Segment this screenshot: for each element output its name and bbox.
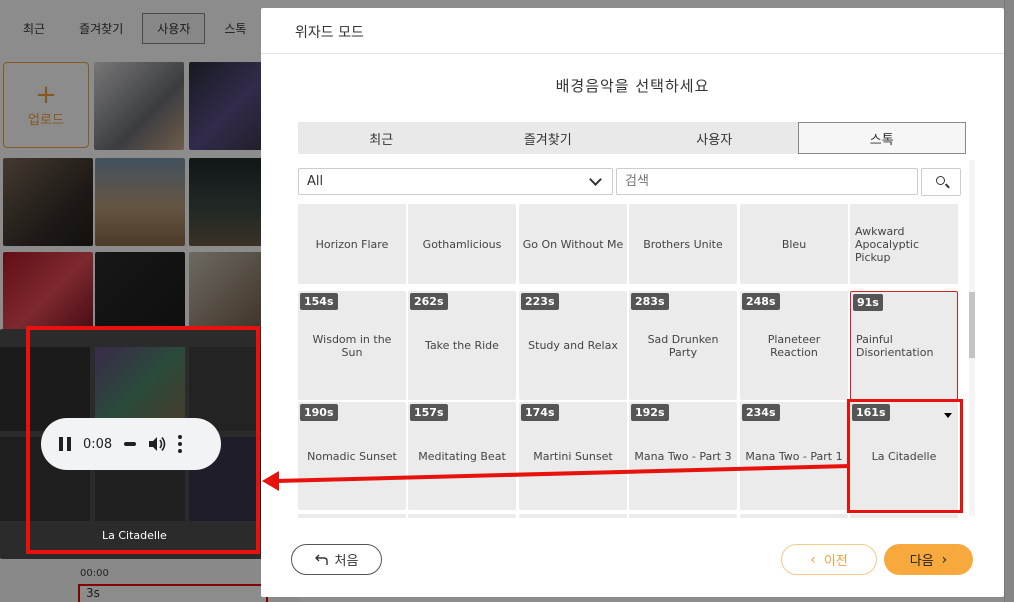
track-card[interactable]: 154s Wisdom in the Sun <box>298 291 406 400</box>
track-card[interactable]: 262s Take the Ride <box>408 291 516 400</box>
track-card[interactable]: Brothers Unite <box>629 204 737 284</box>
tab-favorites[interactable]: 즐겨찾기 <box>465 122 632 154</box>
track-card[interactable]: 157s Meditating Beat <box>408 402 516 510</box>
music-source-tabs: 최근 즐겨찾기 사용자 스톡 <box>298 122 966 154</box>
search-icon <box>936 176 945 185</box>
modal-subtitle: 배경음악을 선택하세요 <box>555 77 710 95</box>
track-card-partial[interactable] <box>740 514 848 518</box>
track-title: Brothers Unite <box>643 237 723 251</box>
back-arrow-icon <box>314 554 328 565</box>
search-input[interactable] <box>616 168 918 195</box>
track-card-partial[interactable] <box>408 514 516 518</box>
pause-icon[interactable] <box>59 437 71 451</box>
player-time: 0:08 <box>83 436 113 452</box>
track-title: Go On Without Me <box>522 237 624 251</box>
track-card-partial[interactable] <box>519 514 627 518</box>
previous-button[interactable]: ‹ 이전 <box>781 544 877 575</box>
track-card[interactable]: Horizon Flare <box>298 204 406 284</box>
track-title: Meditating Beat <box>418 449 506 463</box>
tab-recent[interactable]: 최근 <box>298 122 465 154</box>
preview-track-title: La Citadelle <box>102 529 167 542</box>
first-step-button[interactable]: 처음 <box>291 544 382 575</box>
track-title: Study and Relax <box>528 339 618 352</box>
scrollbar-thumb[interactable] <box>969 292 975 358</box>
previous-label: 이전 <box>823 554 848 569</box>
volume-icon[interactable] <box>148 436 166 452</box>
chevron-right-icon: › <box>941 551 948 568</box>
track-card-partial[interactable] <box>629 514 737 518</box>
track-title: Mana Two - Part 3 <box>634 449 732 463</box>
track-card[interactable]: 223s Study and Relax <box>519 291 627 400</box>
track-title: Wisdom in the Sun <box>312 332 392 359</box>
track-title: Take the Ride <box>425 339 499 352</box>
track-title: Painful Disorientation <box>856 332 934 359</box>
wizard-modal: 위자드 모드 배경음악을 선택하세요 최근 즐겨찾기 사용자 스톡 All Ho… <box>261 8 1004 597</box>
track-card[interactable]: Awkward Apocalyptic Pickup <box>850 204 958 284</box>
track-card[interactable]: 190s Nomadic Sunset <box>298 402 406 510</box>
next-label: 다음 <box>909 554 934 569</box>
selected-track-highlight <box>847 399 963 513</box>
track-grid: Horizon Flare Gothamlicious Go On Without … <box>298 204 966 518</box>
track-card[interactable]: 283s Sad Drunken Party <box>629 291 737 400</box>
track-title: Horizon Flare <box>315 237 389 251</box>
search-button[interactable] <box>921 168 961 196</box>
track-card[interactable]: Go On Without Me <box>519 204 627 284</box>
track-card[interactable]: Bleu <box>740 204 848 284</box>
tab-user[interactable]: 사용자 <box>631 122 798 154</box>
next-button[interactable]: 다음 › <box>884 544 973 575</box>
track-card[interactable]: 234s Mana Two - Part 1 <box>740 402 848 510</box>
more-options-icon[interactable] <box>178 435 183 453</box>
track-title: Mana Two - Part 1 <box>745 449 843 463</box>
chevron-left-icon: ‹ <box>810 551 816 568</box>
modal-title: 위자드 모드 <box>295 25 364 41</box>
track-card-partial[interactable] <box>850 514 958 518</box>
track-title: Bleu <box>781 237 807 251</box>
track-card[interactable]: 192s Mana Two - Part 3 <box>629 402 737 510</box>
track-title: Sad Drunken Party <box>647 332 719 359</box>
track-title: Martini Sunset <box>533 449 613 463</box>
audio-player[interactable]: 0:08 <box>41 418 221 470</box>
track-title: Awkward Apocalyptic Pickup <box>855 224 919 264</box>
track-card[interactable]: 91s Painful Disorientation <box>850 291 958 400</box>
progress-slider[interactable] <box>124 442 137 446</box>
track-title: Nomadic Sunset <box>307 449 397 463</box>
first-step-label: 처음 <box>334 554 359 569</box>
track-title: Gothamlicious <box>422 237 502 251</box>
chevron-down-icon <box>589 173 602 186</box>
category-filter-value: All <box>307 174 324 189</box>
tab-stock[interactable]: 스톡 <box>797 122 966 154</box>
category-filter-select[interactable]: All <box>298 168 613 195</box>
track-card-partial[interactable] <box>298 514 406 518</box>
track-card[interactable]: 248s Planeteer Reaction <box>740 291 848 400</box>
track-card[interactable]: 174s Martini Sunset <box>519 402 627 510</box>
modal-divider <box>261 53 1004 54</box>
track-card[interactable]: Gothamlicious <box>408 204 516 284</box>
track-grid-scrollbar[interactable] <box>969 160 975 516</box>
track-title: Planeteer Reaction <box>767 332 821 359</box>
